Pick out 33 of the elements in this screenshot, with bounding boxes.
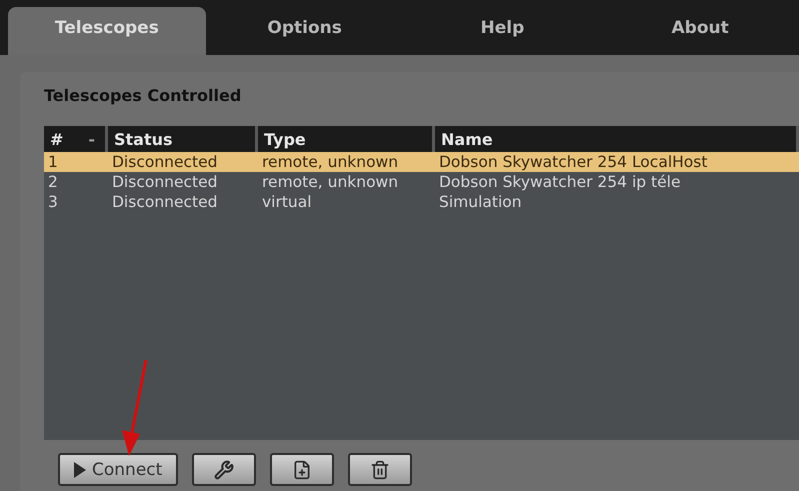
table-cell-text: 1	[47, 153, 59, 171]
table-cell-text: virtual	[261, 193, 313, 211]
tab[interactable]: Telescopes	[8, 7, 206, 55]
wrench-icon	[214, 460, 234, 480]
table-cell-text: 2	[47, 173, 59, 191]
delete-button[interactable]	[348, 453, 412, 486]
tab[interactable]: Options	[206, 7, 404, 55]
table-cell-text: Simulation	[438, 193, 523, 211]
file-plus-icon	[292, 460, 312, 480]
add-button[interactable]	[270, 453, 334, 486]
table-row[interactable]: 1 Disconnected remote, unknown Dobson Skywatcher 254 LocalHost	[44, 152, 799, 172]
panel-title: Telescopes Controlled	[44, 86, 242, 107]
table-cell-text: Disconnected	[111, 153, 218, 171]
column-header[interactable]: Status	[114, 130, 173, 148]
column-header[interactable]: Type	[264, 130, 306, 148]
configure-button[interactable]	[192, 453, 256, 486]
table-cell-text: 3	[47, 193, 59, 211]
table-cell-text: Dobson Skywatcher 254 ip téle	[438, 173, 682, 191]
play-icon	[74, 462, 86, 478]
sort-indicator[interactable]: -	[88, 130, 105, 148]
table-cell-text: Dobson Skywatcher 254 LocalHost	[438, 153, 708, 171]
table-row[interactable]: 2 Disconnected remote, unknown Dobson Skywatcher 254 ip téle	[44, 172, 799, 192]
table-cell-text: Disconnected	[111, 193, 218, 211]
tab[interactable]: Help	[404, 7, 602, 55]
tab[interactable]: About	[601, 7, 799, 55]
trash-icon	[370, 460, 390, 480]
table-cell-text: remote, unknown	[261, 153, 400, 171]
table-row[interactable]: 3 Disconnected virtual Simulation	[44, 192, 799, 212]
column-header[interactable]: #	[50, 130, 64, 148]
table-cell-text: remote, unknown	[261, 173, 400, 191]
connect-button[interactable]: Connect	[58, 453, 178, 486]
column-header[interactable]: Name	[441, 130, 493, 148]
table-cell-text: Disconnected	[111, 173, 218, 191]
